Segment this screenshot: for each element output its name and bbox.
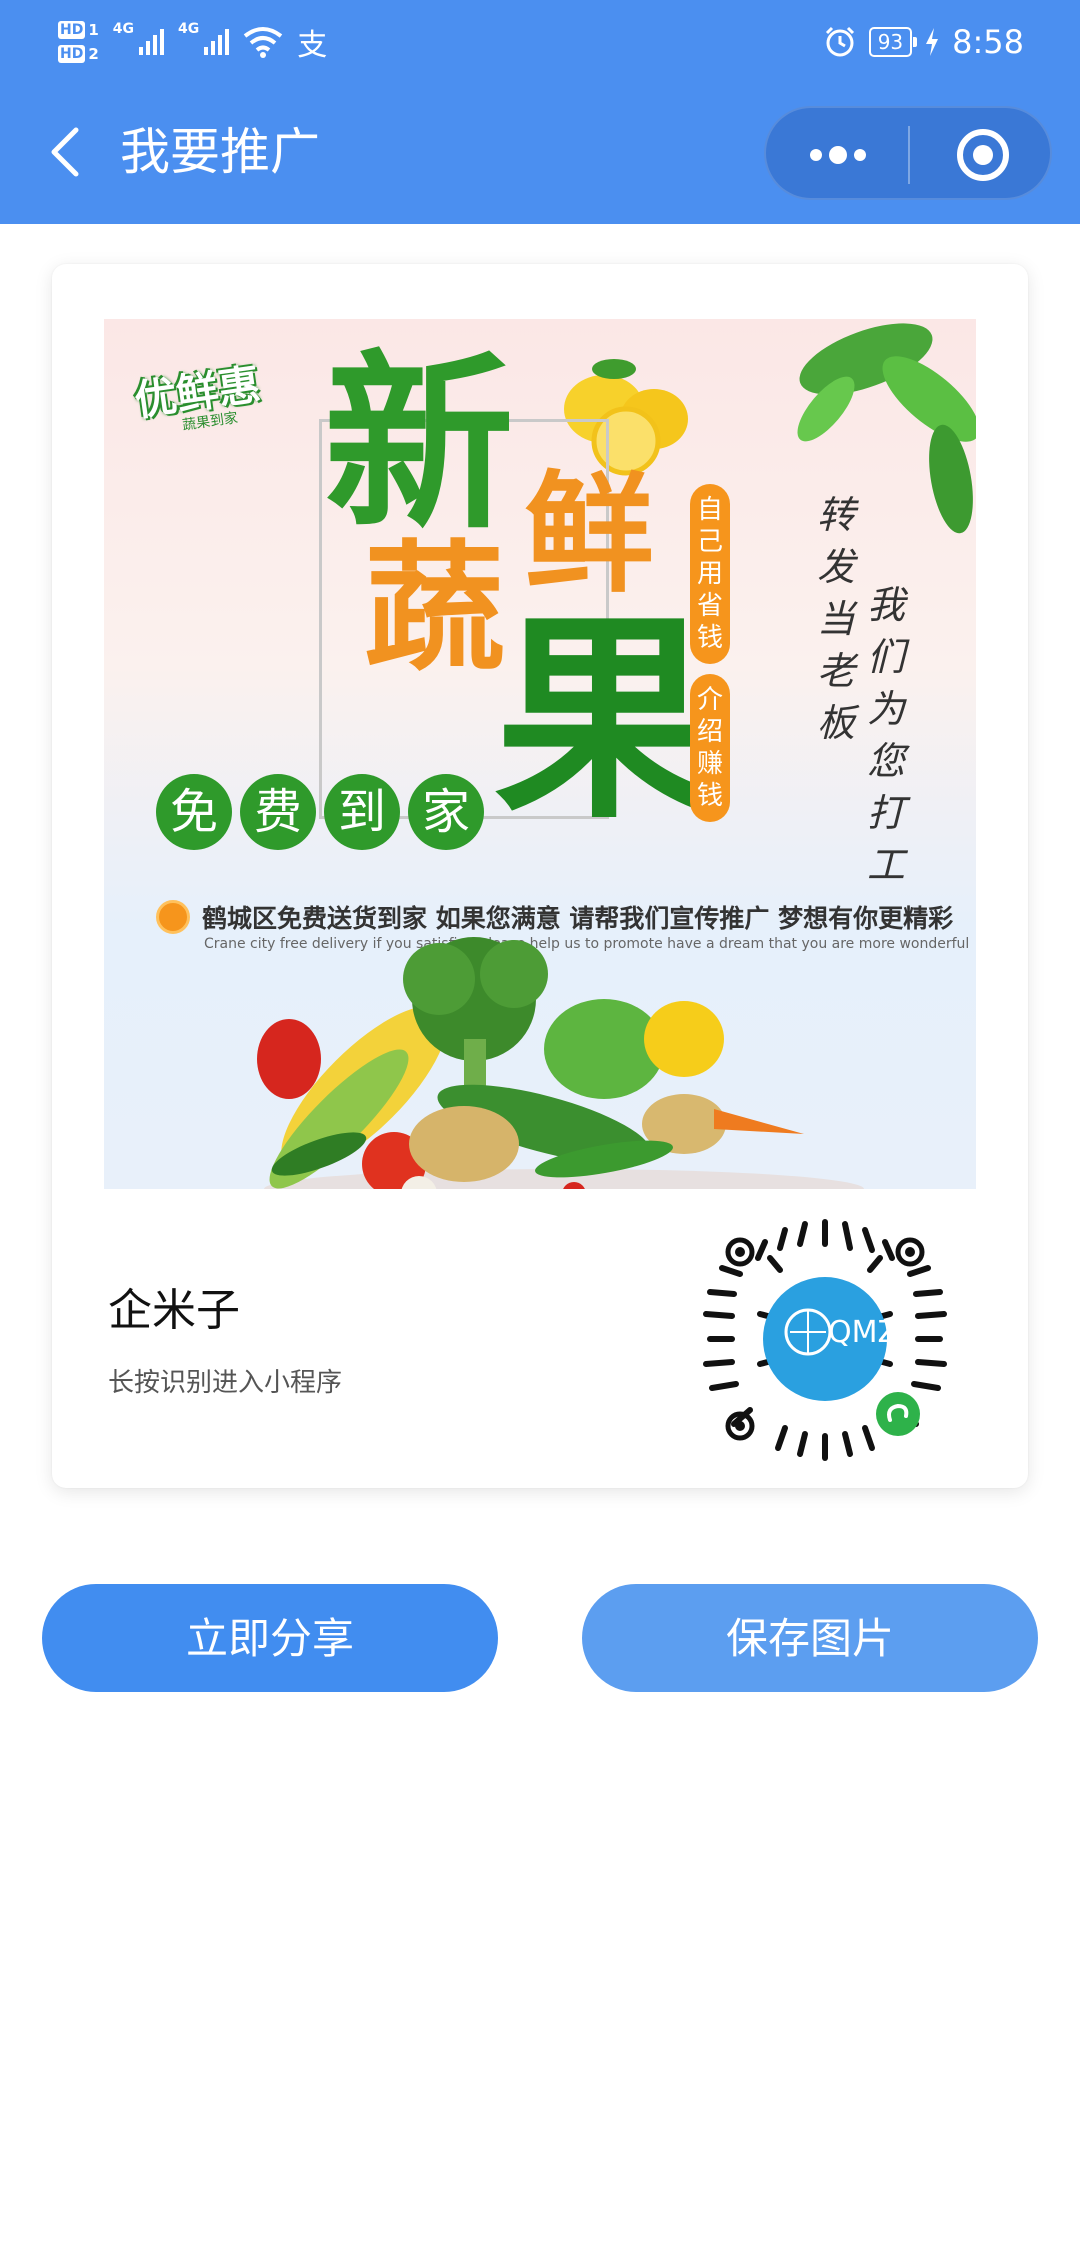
free-delivery-badges: 免 费 到 家: [156, 774, 484, 850]
headline-char-2: 鲜: [524, 457, 655, 610]
hd-2-indicator: HD 2: [58, 45, 99, 63]
free-delivery-char: 免: [156, 774, 232, 850]
headline-char-1: 新: [324, 332, 515, 555]
capsule-divider: [908, 126, 910, 184]
signal-1-icon: 4G: [113, 21, 165, 55]
mini-program-hint: 长按识别进入小程序: [108, 1368, 343, 1398]
status-right: 93 8:58: [823, 14, 1024, 70]
vertical-text-1: 转发当老板: [816, 493, 855, 745]
qr-center-label: QMZ: [828, 1315, 898, 1350]
hd-1-indicator: HD 1: [58, 21, 99, 39]
earn-money-pill: 介绍赚钱: [690, 674, 730, 822]
share-card: 优鲜惠 蔬果到家 新 鲜 蔬 果 自己用省钱 介绍赚钱 转发当老板 我们为您打工…: [52, 264, 1028, 1488]
free-delivery-char: 到: [324, 774, 400, 850]
mini-program-code[interactable]: QMZ: [700, 1214, 950, 1464]
clock-time: 8:58: [952, 23, 1024, 61]
save-money-pill: 自己用省钱: [690, 484, 730, 664]
more-dots-icon[interactable]: [808, 140, 868, 170]
navigation-bar: 我要推广: [0, 84, 1080, 224]
headline-char-4: 果: [494, 589, 715, 848]
free-delivery-char: 费: [240, 774, 316, 850]
vertical-text-2: 我们为您打工: [866, 583, 905, 887]
headline-char-3: 蔬: [364, 527, 505, 691]
save-image-button[interactable]: 保存图片: [582, 1584, 1038, 1692]
alarm-icon: [825, 26, 854, 57]
target-close-icon[interactable]: [954, 126, 1012, 184]
mini-program-name: 企米子: [108, 1285, 240, 1336]
status-bar: HD 1 HD 2 4G 4G 支 93 8:58: [0, 0, 1080, 84]
mini-program-capsule: [764, 106, 1052, 200]
signal-2-icon: 4G: [178, 21, 230, 55]
battery-indicator: 93: [868, 27, 918, 57]
free-delivery-char: 家: [408, 774, 484, 850]
chevron-left-icon[interactable]: [38, 122, 98, 182]
status-left: HD 1 HD 2 4G 4G 支: [58, 10, 327, 74]
orange-icon: [156, 900, 190, 934]
promo-poster[interactable]: 优鲜惠 蔬果到家 新 鲜 蔬 果 自己用省钱 介绍赚钱 转发当老板 我们为您打工…: [104, 319, 976, 1189]
charging-icon: [926, 28, 939, 56]
page-title: 我要推广: [120, 123, 320, 181]
top-bar: HD 1 HD 2 4G 4G 支 93 8:58 我要推广: [0, 0, 1080, 224]
hd-indicators: HD 1 HD 2: [58, 21, 99, 63]
vegetables-illustration: [257, 937, 864, 1189]
wifi-icon: [244, 27, 283, 58]
share-button[interactable]: 立即分享: [42, 1584, 498, 1692]
alipay-icon: 支: [297, 28, 328, 63]
